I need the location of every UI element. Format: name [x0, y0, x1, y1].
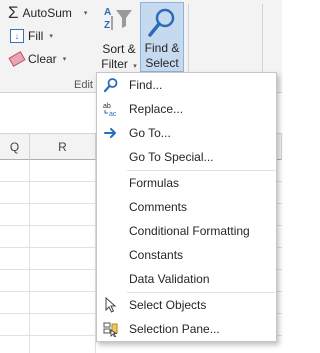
magnifier-icon [148, 8, 175, 37]
svg-text:A: A [104, 7, 111, 18]
menu-item-find[interactable]: Find... [97, 74, 276, 96]
menu-item-label: Data Validation [129, 272, 210, 286]
find-select-button[interactable]: Find & Select ▾ [140, 2, 184, 83]
clear-label: Clear [28, 52, 57, 66]
fill-down-icon: ↓ [10, 29, 24, 43]
editing-group-label: Edit [74, 79, 93, 91]
sigma-icon: Σ [8, 3, 19, 22]
menu-item-label: Go To... [129, 126, 171, 140]
column-header-q[interactable]: Q [0, 134, 30, 160]
menu-item-selection-pane[interactable]: Selection Pane... [97, 318, 276, 340]
replace-icon: ab ac [103, 103, 117, 117]
menu-item-label: Selection Pane... [129, 322, 220, 336]
menu-item-go-to-special[interactable]: Go To Special... [97, 146, 276, 168]
menu-item-label: Conditional Formatting [129, 224, 250, 238]
selection-pane-icon [103, 322, 118, 337]
menu-item-select-objects[interactable]: Select Objects [97, 294, 276, 316]
clear-button[interactable]: Clear ▾ [8, 51, 67, 67]
menu-item-data-validation[interactable]: Data Validation [97, 268, 276, 290]
menu-item-label: Find... [129, 78, 163, 92]
svg-text:Z: Z [104, 20, 110, 31]
menu-item-formulas[interactable]: Formulas [97, 172, 276, 194]
cursor-icon [105, 297, 117, 313]
menu-item-comments[interactable]: Comments [97, 196, 276, 218]
find-select-text: Select [145, 56, 179, 70]
column-label: R [58, 140, 67, 154]
column-label: Q [9, 140, 20, 154]
column-header-r[interactable]: R [30, 134, 96, 160]
autosum-button[interactable]: Σ AutoSum ▾ [8, 3, 88, 22]
menu-item-label: Select Objects [129, 298, 207, 312]
chevron-down-icon: ▾ [133, 63, 137, 70]
fill-label: Fill [28, 29, 44, 43]
chevron-down-icon: ▾ [83, 10, 88, 17]
sort-filter-label-1: Sort & [102, 42, 136, 56]
menu-item-label: Go To Special... [129, 150, 214, 164]
menu-item-replace[interactable]: ab ac Replace... [97, 98, 276, 120]
menu-item-label: Constants [129, 248, 184, 262]
fill-button[interactable]: ↓ Fill ▾ [10, 29, 53, 43]
menu-item-constants[interactable]: Constants [97, 244, 276, 266]
menu-item-conditional-formatting[interactable]: Conditional Formatting [97, 220, 276, 242]
svg-text:ac: ac [109, 111, 117, 117]
autosum-label: AutoSum [22, 6, 72, 20]
eraser-icon [8, 51, 26, 67]
menu-item-go-to[interactable]: Go To... [97, 122, 276, 144]
sort-filter-icon: A Z [104, 7, 132, 31]
chevron-down-icon: ▾ [62, 56, 67, 63]
menu-item-label: Comments [129, 200, 188, 214]
menu-item-label: Formulas [129, 176, 180, 190]
menu-separator [127, 170, 275, 171]
sort-filter-text: Filter [101, 57, 128, 71]
sort-filter-button[interactable]: A Z Sort & Filter ▾ [98, 4, 140, 72]
svg-text:ab: ab [103, 103, 111, 110]
goto-arrow-icon [104, 128, 116, 138]
find-select-label-1: Find & [144, 41, 180, 55]
find-icon [103, 78, 118, 93]
menu-item-label: Replace... [129, 102, 184, 116]
find-select-menu: Find... ab ac Replace... Go To... Go To … [96, 72, 277, 342]
gridline [29, 160, 30, 353]
menu-separator [127, 292, 275, 293]
chevron-down-icon: ▾ [49, 33, 53, 40]
